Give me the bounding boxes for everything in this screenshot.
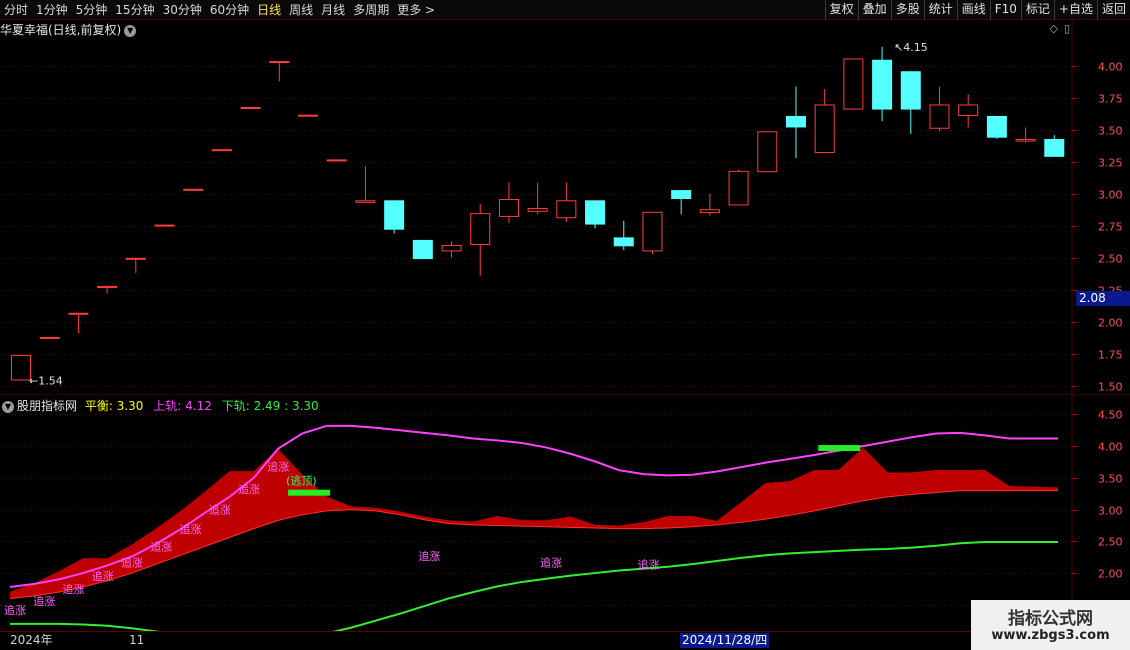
candle-body [97,285,118,288]
candle-body [412,239,433,260]
watermark-title: 指标公式网 [1008,609,1093,629]
candle-body [441,245,462,252]
candle-body [298,114,319,117]
indicator-tick-label: 4.00 [1098,441,1123,454]
candle-body [355,200,376,203]
price-tick-label: 2.75 [1098,221,1123,234]
indicator-tick-label: 2.00 [1098,568,1123,581]
chase-signal-label: 追涨 [179,522,201,536]
time-axis-bar: 2024年 11 2024/11/28/四 [0,631,1130,650]
candle-body [986,115,1007,138]
site-watermark: 指标公式网 www.zbgs3.com [971,600,1130,650]
trend-band-fill [10,447,1058,599]
candle-body [642,211,663,252]
price-tick-label: 2.00 [1098,317,1123,330]
candle-body [556,200,577,219]
price-tick-label: 4.00 [1098,61,1123,74]
candle-body [843,58,864,110]
candle-body [785,115,806,128]
candle-body [470,213,491,246]
candle-body [269,61,290,64]
chase-signal-label: 追涨 [121,556,143,570]
candle-body [527,207,548,212]
candle-body [384,200,405,230]
price-tick-label: 3.25 [1098,157,1123,170]
month-label: 11 [129,633,145,647]
candle-body [211,149,232,152]
watermark-url: www.zbgs3.com [991,628,1110,643]
candle-body [728,170,749,206]
candle-body [1015,138,1036,142]
candle-body [814,104,835,154]
candle-body [498,199,519,217]
chase-signal-label: 追涨 [267,460,289,474]
chase-signal-label: 追涨 [418,549,440,563]
indicator-tick-label: 4.50 [1098,409,1123,422]
price-tick-label: 1.75 [1098,349,1123,362]
candle-body [11,354,31,381]
escape-signal-label: (逃顶) [286,475,317,488]
current-price-tag: 2.08 [1076,291,1130,306]
chase-signal-label: 追涨 [540,556,562,570]
candle-body [585,200,606,225]
candle-body [613,237,634,247]
chase-signal-label: 追涨 [209,503,231,517]
price-tick-label: 3.00 [1098,189,1123,202]
chase-signal-label: 追涨 [62,582,84,596]
year-label: 2024年 [10,633,53,647]
candle-body [757,131,778,173]
cursor-date-label: 2024/11/28/四 [680,633,770,648]
candle-body [900,71,921,110]
chase-signal-label: 追涨 [238,482,260,496]
price-tick-label: 3.75 [1098,93,1123,106]
candle-body [1044,138,1065,157]
indicator-tick-label: 2.50 [1098,536,1123,549]
price-tick-label: 1.50 [1098,381,1123,394]
candle-body [240,107,261,110]
indicator-tick-label: 3.00 [1098,505,1123,518]
candle-body [326,159,347,162]
candle-body [39,337,60,340]
escape-signal-bar [818,445,861,452]
candle-body [872,59,893,110]
candle-body [699,209,720,214]
candle-body [671,190,692,200]
indicator-chart[interactable]: 1.502.002.503.003.504.004.50 追涨追涨追涨追涨追涨追… [0,395,1130,631]
candlestick-chart[interactable]: 1.501.752.002.252.502.753.003.253.503.75… [0,0,1130,395]
candle-body [958,104,979,116]
indicator-tick-label: 3.50 [1098,473,1123,486]
chase-signal-label: 追涨 [4,603,26,617]
upper-band-line [9,424,1058,589]
low-price-label: ←1.54 [29,374,63,387]
escape-signal-bar [288,489,331,496]
candle-body [68,312,89,315]
chase-signal-label: 追涨 [150,539,172,553]
chase-signal-label: 追涨 [638,558,660,572]
high-price-label: ↖4.15 [894,41,928,54]
chase-signal-label: 追涨 [33,594,55,608]
chase-signal-label: 追涨 [92,569,114,583]
candle-body [154,224,175,227]
price-tick-label: 3.50 [1098,125,1123,138]
candle-body [183,188,204,191]
candle-body [929,104,950,129]
price-tick-label: 2.50 [1098,253,1123,266]
candle-body [125,257,146,260]
